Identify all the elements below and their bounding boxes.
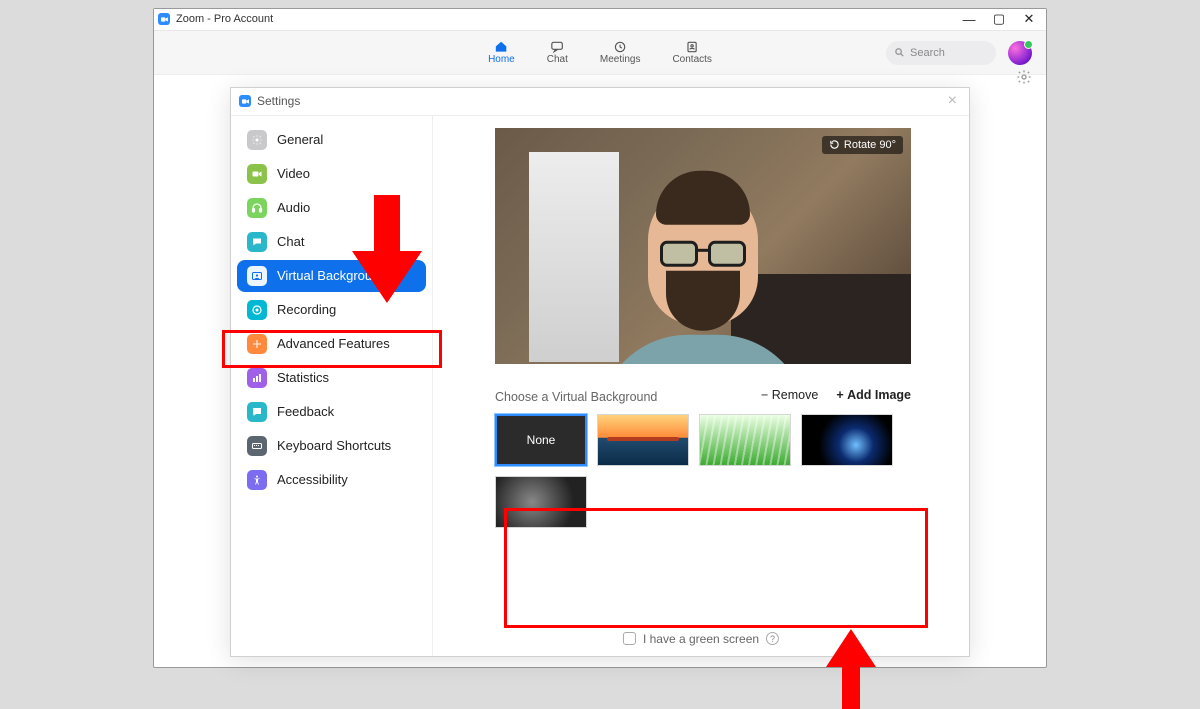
home-icon	[492, 40, 510, 54]
sidebar-item-statistics[interactable]: Statistics	[237, 362, 426, 394]
gear-icon	[247, 130, 267, 150]
sidebar-item-label: Feedback	[277, 404, 334, 419]
rotate-90-button[interactable]: Rotate 90°	[822, 136, 903, 154]
zoom-logo-icon	[239, 95, 251, 107]
settings-content: Rotate 90° Choose a Virtual Background −…	[433, 116, 969, 656]
sidebar-item-label: Recording	[277, 302, 336, 317]
sidebar-item-general[interactable]: General	[237, 124, 426, 156]
sidebar-item-label: Keyboard Shortcuts	[277, 438, 391, 453]
titlebar: Zoom - Pro Account — ▢ ✕	[154, 9, 1046, 31]
sidebar-item-label: Video	[277, 166, 310, 181]
rotate-label: Rotate 90°	[844, 139, 896, 151]
remove-image-button[interactable]: − Remove	[761, 388, 818, 402]
tab-chat-label: Chat	[547, 54, 568, 65]
settings-close-button[interactable]: ×	[944, 92, 961, 110]
green-screen-row: I have a green screen ?	[623, 632, 779, 646]
settings-dialog: Settings × General Video Audio	[230, 87, 970, 657]
sidebar-item-label: Chat	[277, 234, 304, 249]
settings-body: General Video Audio Chat Virtual Backgro…	[231, 116, 969, 656]
accessibility-icon	[247, 470, 267, 490]
virtual-background-icon	[247, 266, 267, 286]
background-option-grass[interactable]	[699, 414, 791, 466]
contacts-icon	[683, 40, 701, 54]
chat-icon	[548, 40, 566, 54]
search-input[interactable]: Search	[886, 41, 996, 65]
background-option-none[interactable]: None	[495, 414, 587, 466]
window-minimize-button[interactable]: —	[954, 12, 984, 27]
tab-contacts-label: Contacts	[672, 54, 711, 65]
background-thumbnails: None	[495, 414, 911, 528]
tab-contacts[interactable]: Contacts	[672, 40, 711, 65]
nav-tabs: Home Chat Meetings Contacts	[488, 40, 712, 65]
tab-chat[interactable]: Chat	[547, 40, 568, 65]
background-option-blur[interactable]	[495, 476, 587, 528]
record-icon	[247, 300, 267, 320]
main-toolbar: Home Chat Meetings Contacts Search	[154, 31, 1046, 75]
sidebar-item-keyboard-shortcuts[interactable]: Keyboard Shortcuts	[237, 430, 426, 462]
search-placeholder: Search	[910, 47, 945, 59]
sidebar-item-feedback[interactable]: Feedback	[237, 396, 426, 428]
sidebar-item-chat[interactable]: Chat	[237, 226, 426, 258]
video-preview: Rotate 90°	[495, 128, 911, 364]
sidebar-item-advanced-features[interactable]: Advanced Features	[237, 328, 426, 360]
tab-meetings[interactable]: Meetings	[600, 40, 641, 65]
tab-meetings-label: Meetings	[600, 54, 641, 65]
background-option-bridge[interactable]	[597, 414, 689, 466]
sidebar-item-label: Accessibility	[277, 472, 348, 487]
tab-home-label: Home	[488, 54, 515, 65]
sidebar-item-label: Audio	[277, 200, 310, 215]
feedback-icon	[247, 402, 267, 422]
green-screen-label: I have a green screen	[643, 632, 759, 646]
clock-icon	[611, 40, 629, 54]
keyboard-icon	[247, 436, 267, 456]
settings-header: Settings ×	[231, 88, 969, 116]
sidebar-item-audio[interactable]: Audio	[237, 192, 426, 224]
video-icon	[247, 164, 267, 184]
window-maximize-button[interactable]: ▢	[984, 11, 1014, 27]
background-option-earth[interactable]	[801, 414, 893, 466]
window-close-button[interactable]: ✕	[1014, 11, 1044, 27]
plus-icon	[247, 334, 267, 354]
gear-icon[interactable]	[1016, 69, 1032, 85]
zoom-logo-icon	[158, 13, 170, 25]
headphones-icon	[247, 198, 267, 218]
search-icon	[894, 47, 905, 58]
settings-sidebar: General Video Audio Chat Virtual Backgro…	[231, 116, 433, 656]
add-image-button[interactable]: + Add Image	[836, 388, 911, 402]
zoom-app-window: Zoom - Pro Account — ▢ ✕ Home Chat Meeti…	[153, 8, 1047, 668]
sidebar-item-video[interactable]: Video	[237, 158, 426, 190]
rotate-icon	[829, 139, 840, 150]
statistics-icon	[247, 368, 267, 388]
sidebar-item-label: Advanced Features	[277, 336, 390, 351]
window-title: Zoom - Pro Account	[176, 13, 273, 25]
sidebar-item-label: General	[277, 132, 323, 147]
sidebar-item-virtual-background[interactable]: Virtual Background	[237, 260, 426, 292]
avatar[interactable]	[1008, 41, 1032, 65]
sidebar-item-accessibility[interactable]: Accessibility	[237, 464, 426, 496]
tab-home[interactable]: Home	[488, 40, 515, 65]
settings-title: Settings	[257, 94, 300, 108]
sidebar-item-label: Virtual Background	[277, 268, 387, 283]
sidebar-item-label: Statistics	[277, 370, 329, 385]
sidebar-item-recording[interactable]: Recording	[237, 294, 426, 326]
green-screen-checkbox[interactable]	[623, 632, 636, 645]
chat-icon	[247, 232, 267, 252]
help-icon[interactable]: ?	[766, 632, 779, 645]
